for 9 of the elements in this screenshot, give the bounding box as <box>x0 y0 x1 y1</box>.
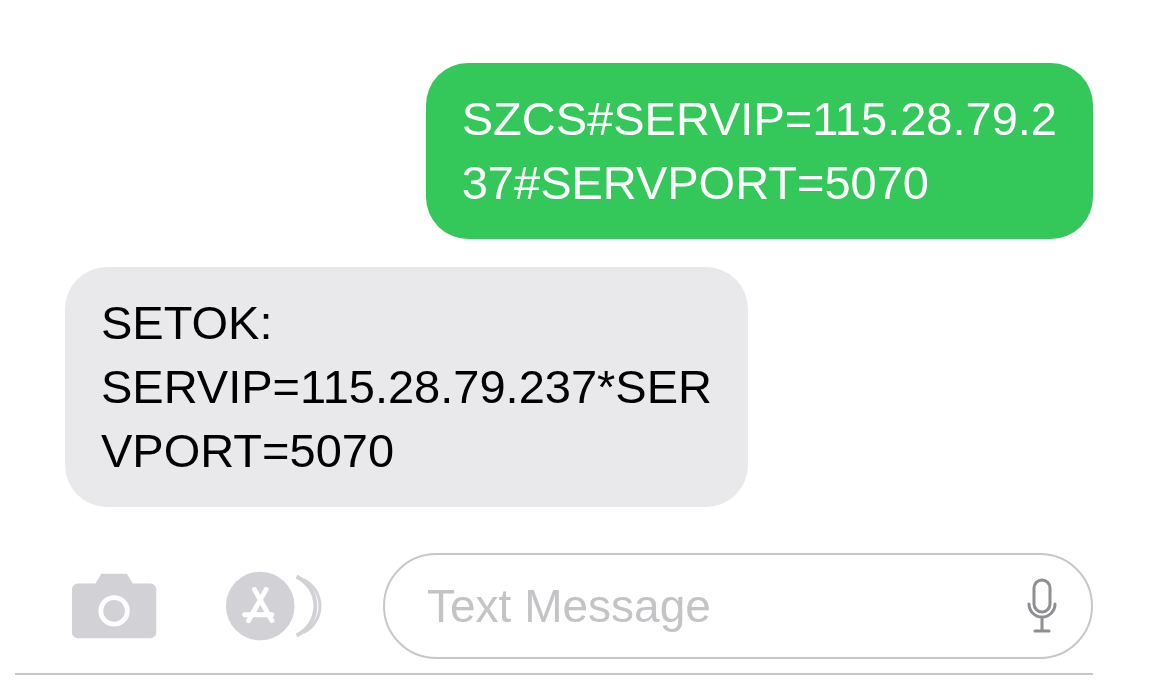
message-input-field[interactable]: Text Message <box>425 578 1027 634</box>
microphone-icon[interactable] <box>1027 578 1057 634</box>
message-text: SERVIP=115.28.79.237*SER <box>101 359 712 415</box>
message-text: 37#SERVPORT=5070 <box>461 155 930 211</box>
message-text: VPORT=5070 <box>101 423 396 479</box>
camera-icon[interactable] <box>70 571 159 641</box>
message-text: SZCS#SERVIP=115.28.79.2 <box>461 91 1057 147</box>
message-field[interactable]: Text Message <box>383 553 1093 659</box>
message-text: SETOK: <box>101 295 274 351</box>
